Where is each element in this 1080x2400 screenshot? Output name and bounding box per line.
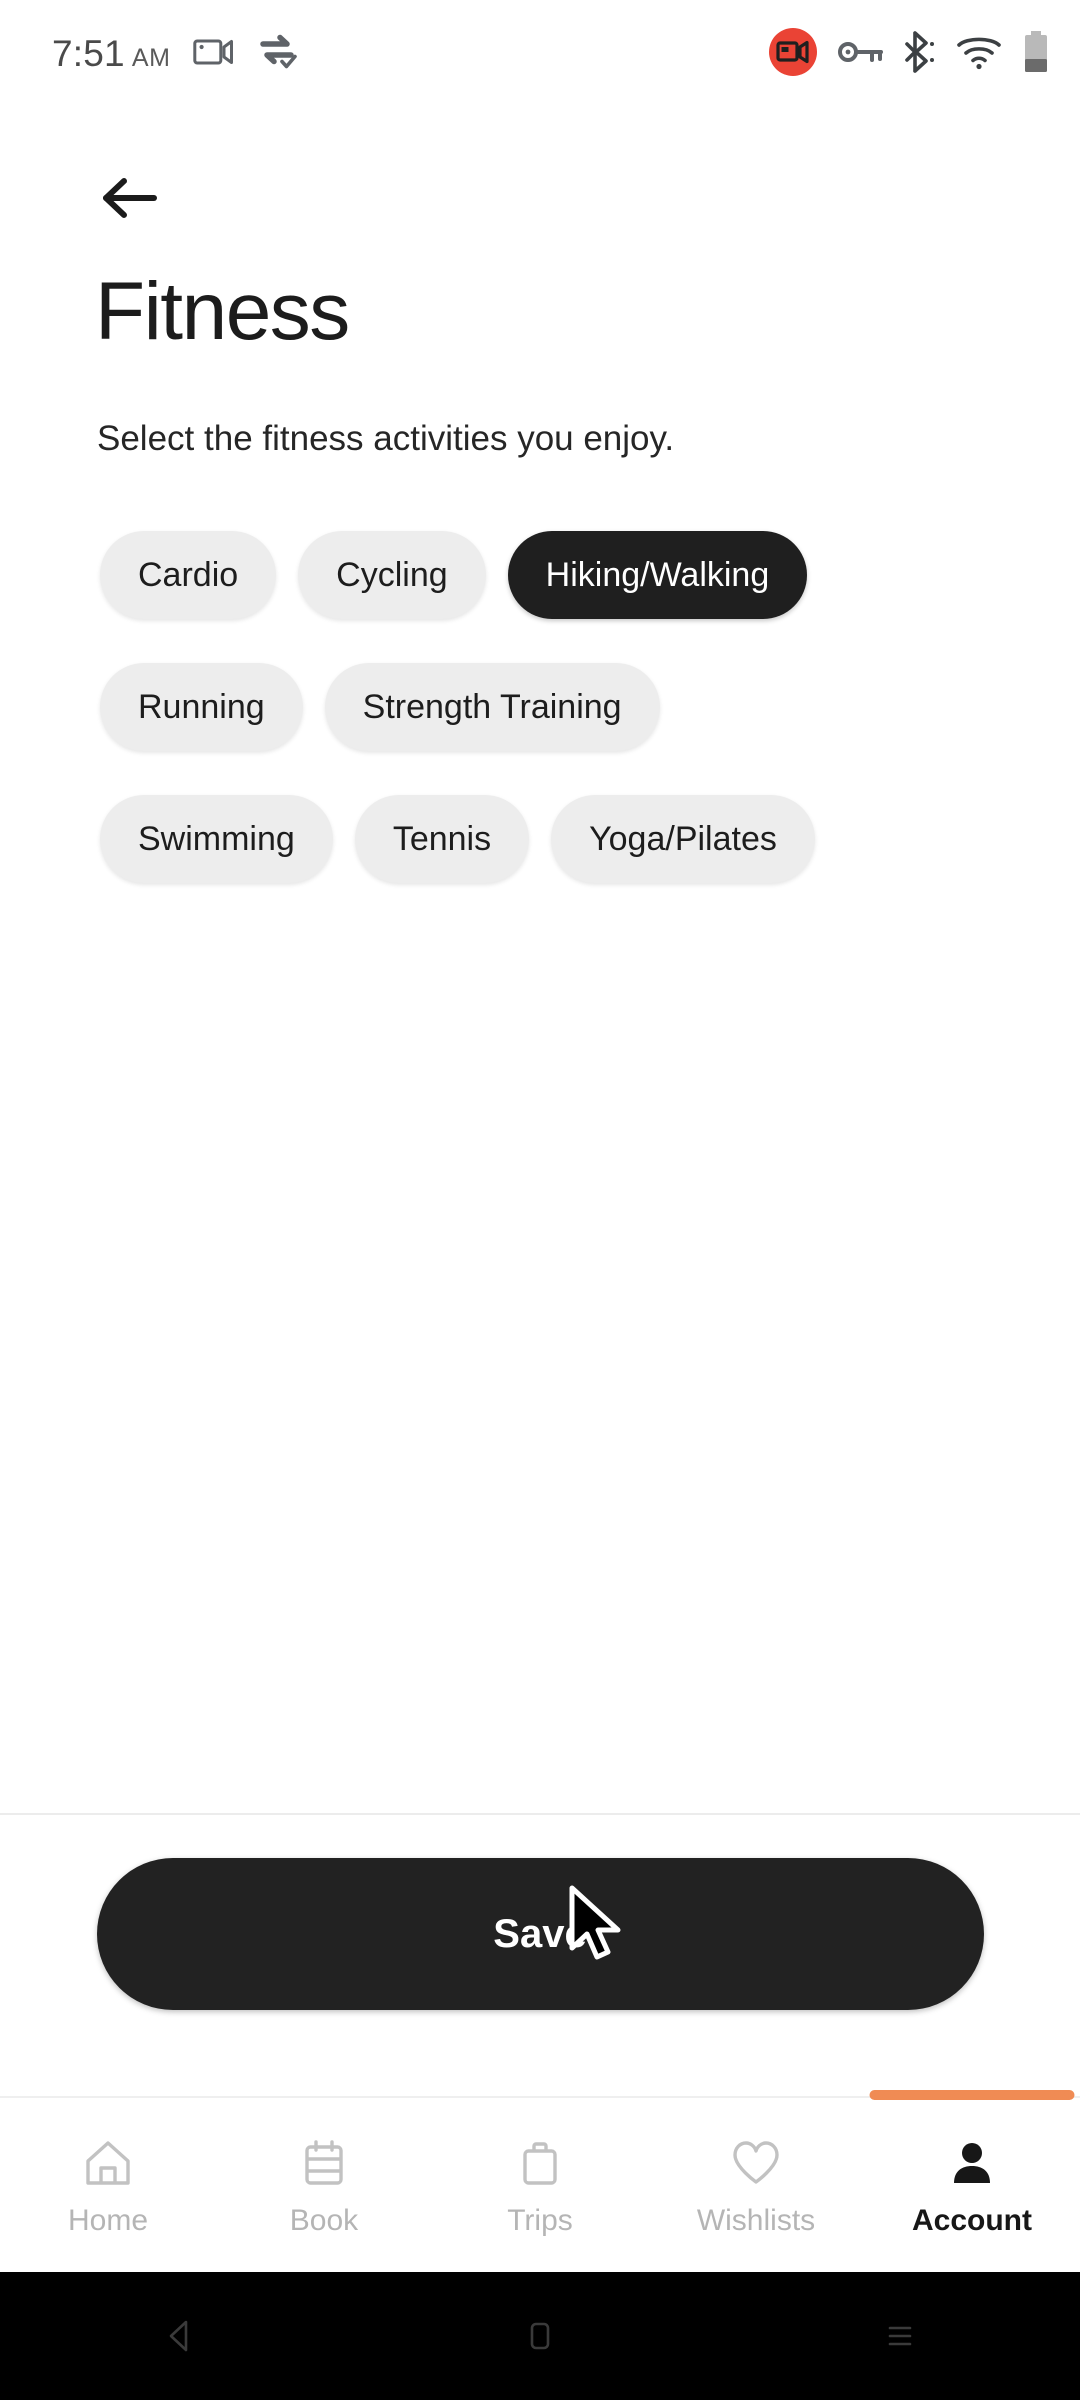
chip-strength-training[interactable]: Strength Training <box>324 663 660 751</box>
arrow-left-icon <box>103 178 157 218</box>
chip-yoga-pilates[interactable]: Yoga/Pilates <box>551 795 815 883</box>
fitness-activity-chip-group: Cardio Cycling Hiking/Walking Running St… <box>100 531 980 883</box>
chip-swimming[interactable]: Swimming <box>100 795 333 883</box>
nav-active-indicator <box>869 2090 1075 2100</box>
status-bar: 7:51 AM <box>0 0 1080 108</box>
status-clock: 7:51 AM <box>52 33 171 75</box>
recents-menu-icon[interactable] <box>825 2272 975 2400</box>
back-button[interactable] <box>95 163 165 233</box>
save-button[interactable]: Save <box>96 1858 984 2010</box>
nav-label-trips: Trips <box>507 2204 573 2237</box>
nav-item-wishlists[interactable]: Wishlists <box>648 2098 864 2274</box>
status-bar-right <box>768 27 1050 82</box>
calendar-icon <box>298 2134 350 2192</box>
nav-item-account[interactable]: Account <box>864 2090 1080 2274</box>
nav-item-trips[interactable]: Trips <box>432 2098 648 2274</box>
nav-item-book[interactable]: Book <box>216 2098 432 2274</box>
home-square-icon[interactable] <box>465 2272 615 2400</box>
heart-icon <box>729 2134 783 2192</box>
nav-label-account: Account <box>912 2204 1032 2237</box>
chip-tennis[interactable]: Tennis <box>354 795 530 883</box>
page-content: Fitness Select the fitness activities yo… <box>0 108 1080 883</box>
vpn-key-icon <box>838 38 884 71</box>
chip-running[interactable]: Running <box>100 663 303 751</box>
footer-divider <box>0 1813 1080 1815</box>
chip-hiking-walking[interactable]: Hiking/Walking <box>507 531 808 619</box>
nav-label-home: Home <box>67 2204 149 2237</box>
home-icon <box>82 2134 134 2192</box>
nav-item-home[interactable]: Home <box>0 2098 216 2274</box>
app-screen: 7:51 AM Fitness Select the fitness activ… <box>0 0 1080 2400</box>
top-app-bar <box>0 108 1080 233</box>
clock-ampm: AM <box>131 44 171 72</box>
page-title: Fitness <box>95 266 350 357</box>
bluetooth-icon <box>904 30 936 78</box>
wifi-icon <box>956 34 1002 75</box>
battery-icon <box>1022 30 1050 79</box>
person-icon <box>946 2134 998 2192</box>
footer-action-bar: Save <box>0 1858 1080 2010</box>
status-bar-left: 7:51 AM <box>52 33 299 75</box>
back-triangle-icon[interactable] <box>105 2272 255 2400</box>
bottom-navigation-bar: Home Book Trips Wishlists Account <box>0 2090 1080 2274</box>
briefcase-icon <box>514 2134 566 2192</box>
nav-label-wishlists: Wishlists <box>696 2204 816 2237</box>
page-subtitle: Select the fitness activities you enjoy. <box>97 419 675 458</box>
data-transfer-check-icon <box>257 34 299 75</box>
clock-time: 7:51 <box>52 33 125 74</box>
nav-label-book: Book <box>289 2204 359 2237</box>
chip-cardio[interactable]: Cardio <box>100 531 277 619</box>
screen-record-video-icon <box>192 36 235 73</box>
android-system-nav <box>0 2272 1080 2400</box>
screen-recording-active-icon <box>768 27 818 82</box>
chip-cycling[interactable]: Cycling <box>298 531 486 619</box>
